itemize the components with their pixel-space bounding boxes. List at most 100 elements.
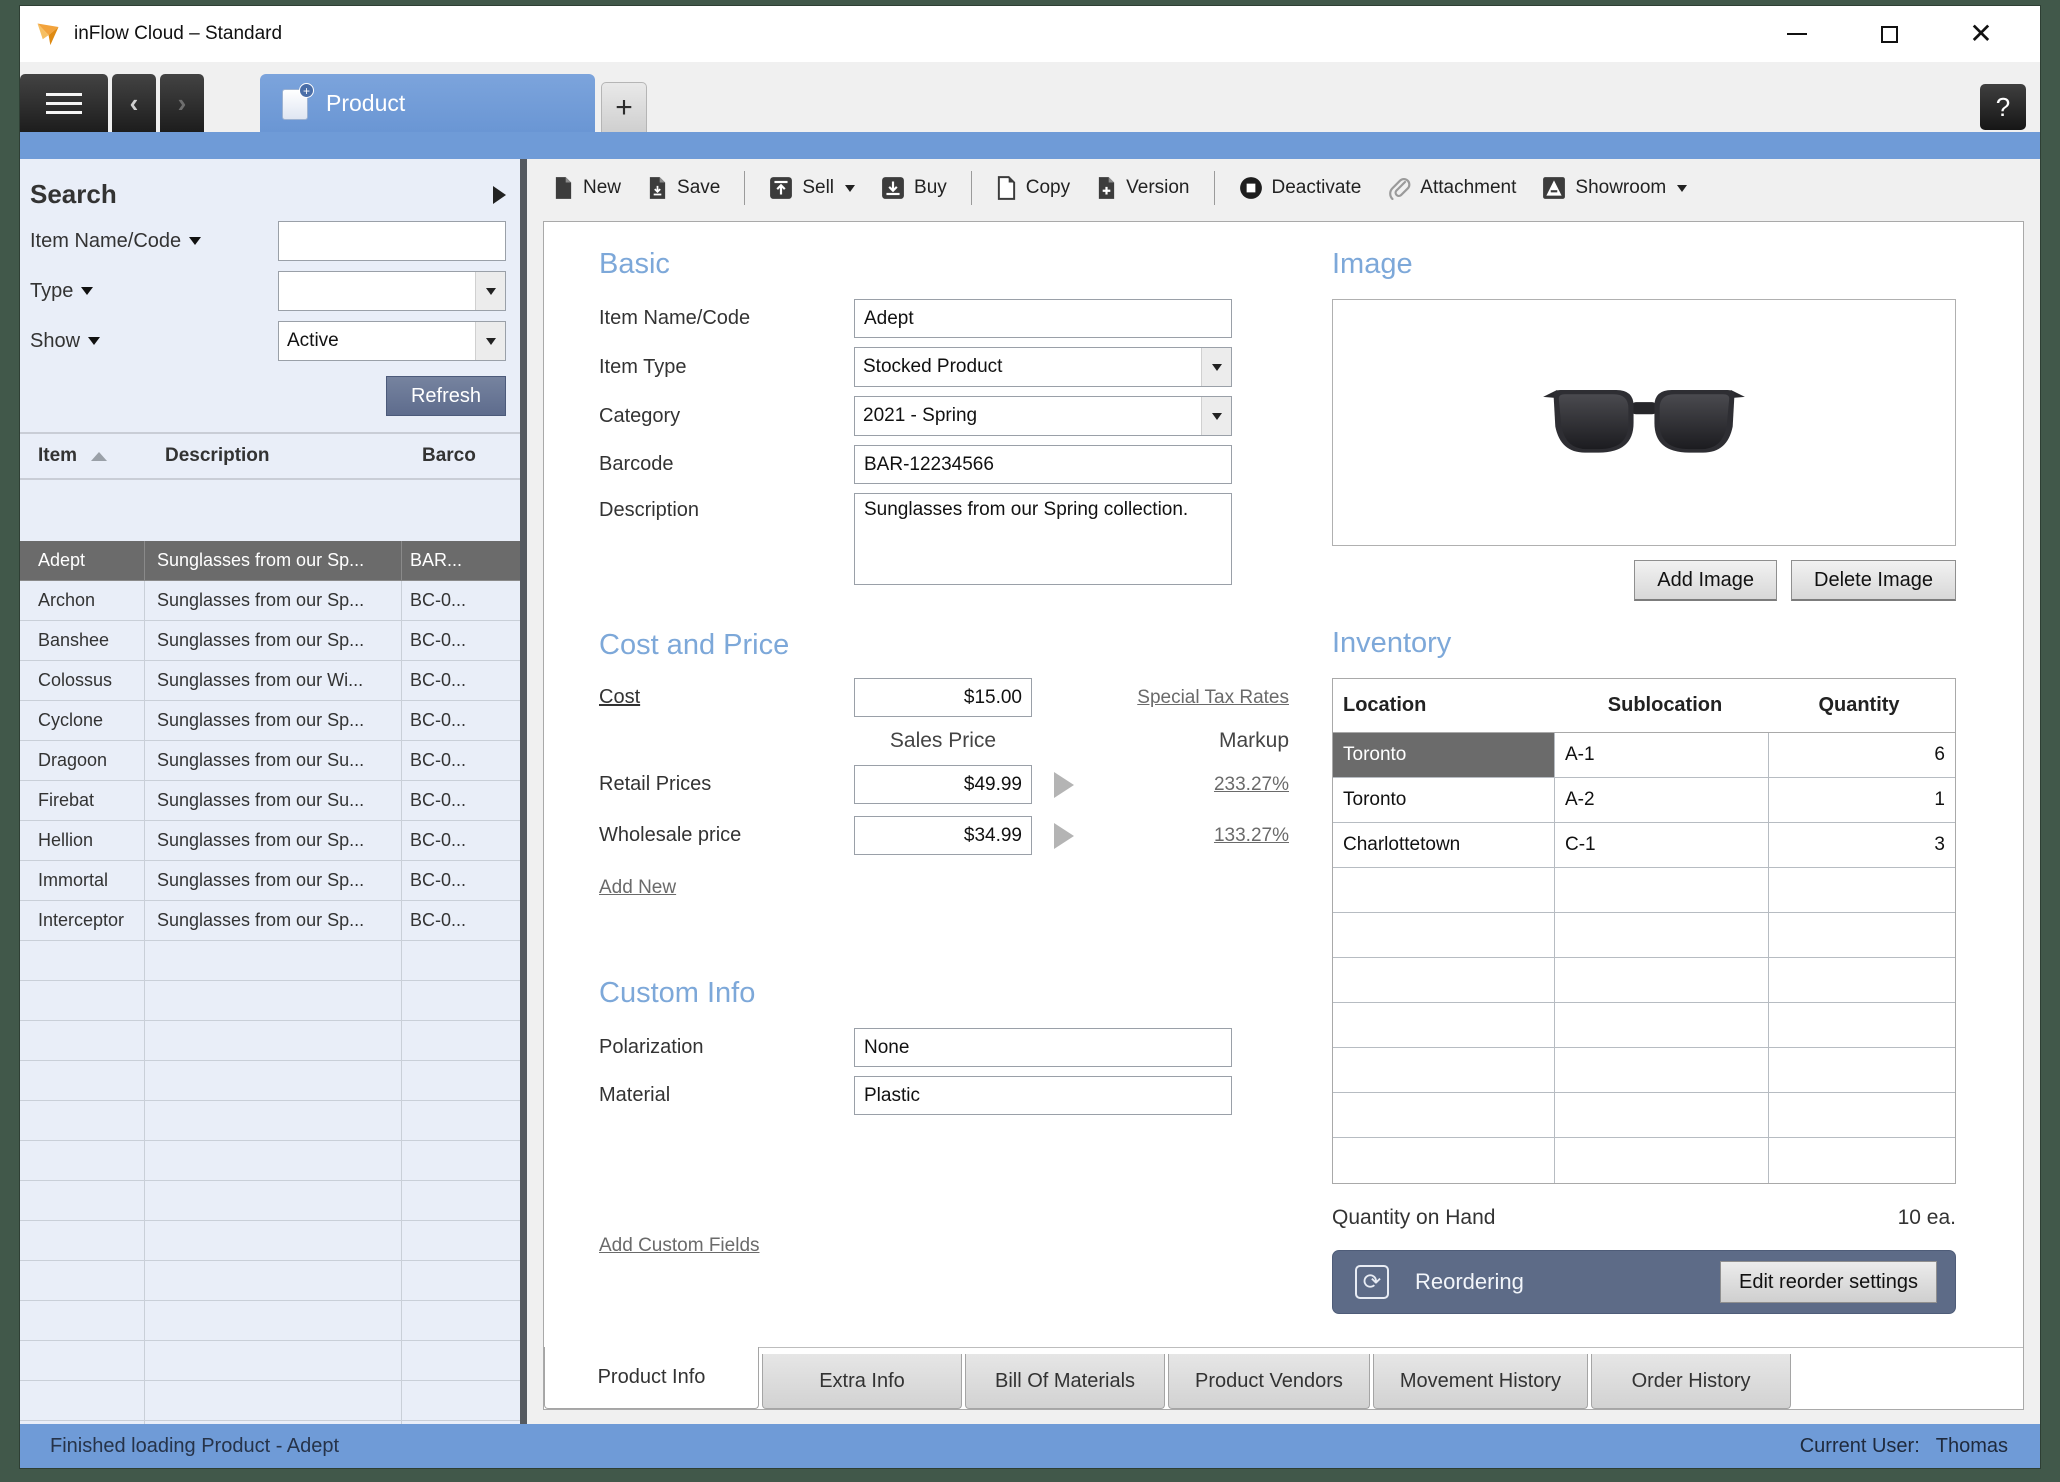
cost-price-section-heading: Cost and Price: [599, 629, 790, 661]
inventory-row-empty[interactable]: [1333, 1093, 1955, 1138]
inventory-row-empty[interactable]: [1333, 1138, 1955, 1183]
tab-product-vendors[interactable]: Product Vendors: [1168, 1354, 1370, 1409]
cost-link[interactable]: Cost: [599, 686, 854, 709]
save-button[interactable]: Save: [637, 168, 730, 208]
column-header-description[interactable]: Description: [165, 445, 422, 467]
buy-icon: [881, 176, 905, 200]
item-name-input[interactable]: [854, 299, 1232, 338]
list-item-hellion[interactable]: Hellion Sunglasses from our Sp... BC-0...: [20, 821, 520, 861]
main-menu-button[interactable]: [20, 74, 108, 132]
tab-extra-info[interactable]: Extra Info: [762, 1354, 962, 1409]
reorder-box-icon: ⟳: [1355, 1265, 1389, 1299]
retail-price-input[interactable]: [854, 765, 1032, 804]
field-selector-dropdown-icon[interactable]: [81, 287, 94, 295]
polarization-label: Polarization: [599, 1036, 704, 1058]
list-item-cyclone[interactable]: Cyclone Sunglasses from our Sp... BC-0...: [20, 701, 520, 741]
add-new-price-link[interactable]: Add New: [599, 877, 676, 898]
special-tax-rates-link[interactable]: Special Tax Rates: [1104, 687, 1289, 709]
wholesale-markup-link[interactable]: 133.27%: [1104, 825, 1289, 847]
tab-product[interactable]: + Product: [260, 74, 595, 132]
description-textarea[interactable]: Sunglasses from our Spring collection.: [854, 493, 1232, 585]
collapse-panel-arrow-icon[interactable]: [493, 185, 506, 204]
retail-markup-link[interactable]: 233.27%: [1104, 774, 1289, 796]
list-item-firebat[interactable]: Firebat Sunglasses from our Su... BC-0...: [20, 781, 520, 821]
column-header-barcode[interactable]: Barco: [422, 445, 520, 467]
accent-strip: [20, 132, 2040, 159]
new-tab-button[interactable]: +: [601, 82, 647, 132]
item-name-search-input[interactable]: [278, 221, 506, 261]
category-label: Category: [599, 404, 681, 427]
minimize-button[interactable]: [1782, 19, 1812, 49]
chevron-down-icon: [1677, 184, 1688, 192]
nav-back-button[interactable]: ‹: [112, 74, 156, 132]
inventory-row-empty[interactable]: [1333, 913, 1955, 958]
wholesale-price-input[interactable]: [854, 816, 1032, 855]
sunglasses-image: [1539, 383, 1749, 463]
apply-markup-arrow-icon[interactable]: [1054, 822, 1074, 849]
inventory-row-empty[interactable]: [1333, 868, 1955, 913]
inventory-row[interactable]: Charlottetown C-1 3: [1333, 823, 1955, 868]
sidebar-splitter[interactable]: [520, 159, 527, 1424]
item-list-header: Item Description Barco: [20, 434, 520, 480]
version-button[interactable]: Version: [1086, 168, 1199, 208]
refresh-button[interactable]: Refresh: [386, 376, 506, 416]
sell-button[interactable]: Sell: [759, 168, 865, 208]
apply-markup-arrow-icon[interactable]: [1054, 771, 1074, 798]
close-button[interactable]: ✕: [1966, 19, 1996, 49]
inventory-row-empty[interactable]: [1333, 1003, 1955, 1048]
list-item-interceptor[interactable]: Interceptor Sunglasses from our Sp... BC-0…: [20, 901, 520, 941]
material-label: Material: [599, 1084, 671, 1106]
item-type-select[interactable]: Stocked Product: [854, 347, 1232, 387]
list-item-empty: [20, 1221, 520, 1261]
edit-reorder-settings-button[interactable]: Edit reorder settings: [1720, 1261, 1937, 1303]
search-field-label: Item Name/Code: [30, 229, 182, 252]
maximize-button[interactable]: [1874, 19, 1904, 49]
window-title: inFlow Cloud – Standard: [74, 23, 283, 44]
search-sidebar: Search Item Name/Code Type Show Active R…: [20, 159, 520, 1424]
buy-button[interactable]: Buy: [871, 168, 957, 208]
show-select[interactable]: Active: [278, 321, 506, 361]
barcode-input[interactable]: [854, 445, 1232, 484]
column-header-item[interactable]: Item: [38, 445, 77, 467]
search-field-label: Show: [30, 329, 81, 352]
nav-forward-button[interactable]: ›: [160, 74, 204, 132]
tab-order-history[interactable]: Order History: [1591, 1354, 1792, 1409]
type-select[interactable]: [278, 271, 506, 311]
list-item-colossus[interactable]: Colossus Sunglasses from our Wi... BC-0...: [20, 661, 520, 701]
attachment-button[interactable]: Attachment: [1377, 168, 1526, 208]
search-title: Search: [30, 179, 117, 209]
category-select[interactable]: 2021 - Spring: [854, 396, 1232, 436]
cost-input[interactable]: [854, 678, 1032, 717]
list-item-empty: [20, 981, 520, 1021]
field-selector-dropdown-icon[interactable]: [189, 237, 202, 245]
field-selector-dropdown-icon[interactable]: [88, 337, 101, 345]
delete-image-button[interactable]: Delete Image: [1791, 560, 1956, 601]
list-item-archon[interactable]: Archon Sunglasses from our Sp... BC-0...: [20, 581, 520, 621]
tab-movement-history[interactable]: Movement History: [1372, 1354, 1589, 1409]
inventory-row-empty[interactable]: [1333, 958, 1955, 1003]
list-item-adept[interactable]: Adept Sunglasses from our Sp... BAR...: [20, 541, 520, 581]
inventory-row[interactable]: Toronto A-2 1: [1333, 778, 1955, 823]
inventory-row-empty[interactable]: [1333, 1048, 1955, 1093]
markup-header: Markup: [1218, 729, 1289, 752]
close-icon: ✕: [1969, 18, 1993, 49]
help-button[interactable]: ?: [1980, 84, 2026, 130]
chevron-down-icon: [1201, 348, 1231, 386]
showroom-button[interactable]: Showroom: [1532, 168, 1697, 208]
polarization-input[interactable]: [854, 1028, 1232, 1067]
tab-bill-of-materials[interactable]: Bill Of Materials: [965, 1354, 1165, 1409]
list-item-banshee[interactable]: Banshee Sunglasses from our Sp... BC-0...: [20, 621, 520, 661]
list-item-immortal[interactable]: Immortal Sunglasses from our Sp... BC-0...: [20, 861, 520, 901]
tab-product-info[interactable]: Product Info: [544, 1347, 759, 1409]
inflow-logo-icon: [34, 20, 62, 48]
copy-button[interactable]: Copy: [986, 168, 1080, 208]
maximize-icon: [1880, 25, 1898, 43]
add-custom-fields-link[interactable]: Add Custom Fields: [599, 1235, 1289, 1257]
new-button[interactable]: New: [543, 168, 631, 208]
current-user-label: Current User:: [1799, 1434, 1920, 1457]
add-image-button[interactable]: Add Image: [1634, 560, 1778, 601]
inventory-row[interactable]: Toronto A-1 6: [1333, 733, 1955, 778]
material-input[interactable]: [854, 1076, 1232, 1115]
list-item-dragoon[interactable]: Dragoon Sunglasses from our Su... BC-0...: [20, 741, 520, 781]
deactivate-button[interactable]: Deactivate: [1229, 168, 1372, 208]
